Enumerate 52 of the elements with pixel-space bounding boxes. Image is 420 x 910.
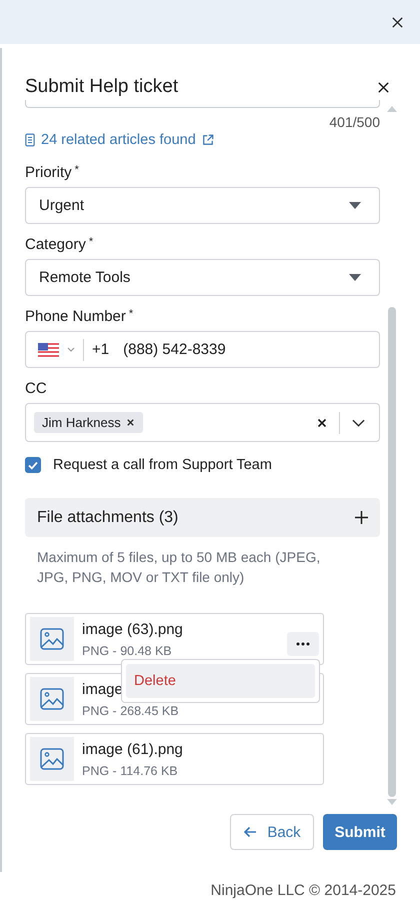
cc-field[interactable]: Jim Harkness (25, 403, 380, 442)
chevron-icon[interactable] (352, 418, 365, 426)
close-icon[interactable] (391, 16, 404, 28)
field-label: CC (25, 380, 47, 397)
plus-icon[interactable] (355, 511, 368, 524)
attachments-title: File attachments (3) (37, 508, 178, 526)
clear-icon[interactable] (317, 418, 327, 428)
close-icon[interactable] (377, 80, 390, 94)
scrollbar-thumb[interactable] (388, 307, 396, 797)
delete-menu-item[interactable]: Delete (126, 664, 315, 698)
required-mark: * (128, 308, 134, 320)
file-name: image (82, 680, 123, 698)
required-mark: * (74, 164, 79, 176)
flag-icon (38, 342, 59, 356)
field-label: Priority (25, 164, 72, 181)
related-articles-link[interactable]: 24 related articles found (25, 132, 214, 148)
checkbox-label: Request a call from Support Team (53, 457, 272, 473)
select-field[interactable]: Urgent (25, 187, 380, 224)
select-field[interactable]: Remote Tools (25, 259, 380, 296)
country-code: +1 (92, 341, 110, 358)
caret-icon (349, 274, 361, 281)
file-meta: PNG - 114.76 KB (82, 764, 178, 778)
tag-chip: Jim Harkness (34, 412, 143, 433)
chevron-icon (67, 347, 75, 352)
image-icon (40, 688, 64, 710)
file-name: image (61).png (82, 740, 183, 758)
more-icon (296, 642, 310, 646)
field-label: Phone Number (25, 308, 126, 325)
copyright-text: NinjaOne LLC © 2014-2025 (210, 882, 396, 899)
file-meta: PNG - 90.48 KB (82, 644, 172, 658)
checkmark-icon (27, 459, 39, 471)
description-field[interactable] (25, 100, 380, 108)
phone-field[interactable]: +1 (888) 542-8339 (25, 331, 380, 368)
attachments-note: Maximum of 5 files, up to 50 MB each (JPEG, JPG, PNG, MOV or TXT file only) (36, 548, 322, 587)
submit-button[interactable]: Submit (323, 814, 397, 850)
remove-icon[interactable] (126, 418, 135, 427)
phone-number: (888) 542-8339 (123, 341, 226, 358)
required-mark: * (88, 236, 94, 248)
external-link-icon (202, 134, 214, 146)
file-name: image (63).png (82, 620, 183, 638)
caret-icon (349, 202, 361, 209)
dialog-title: Submit Help ticket (25, 76, 178, 98)
more-button[interactable] (287, 632, 319, 656)
checkbox[interactable] (25, 457, 41, 473)
back-button[interactable]: Back (230, 814, 314, 850)
file-meta: PNG - 268.45 KB (82, 704, 179, 718)
document-icon (25, 133, 35, 147)
arrow-left-icon (243, 826, 258, 838)
image-icon (40, 628, 64, 650)
image-icon (40, 748, 64, 770)
field-label: Category (25, 236, 86, 253)
character-count: 401/500 (329, 114, 380, 130)
